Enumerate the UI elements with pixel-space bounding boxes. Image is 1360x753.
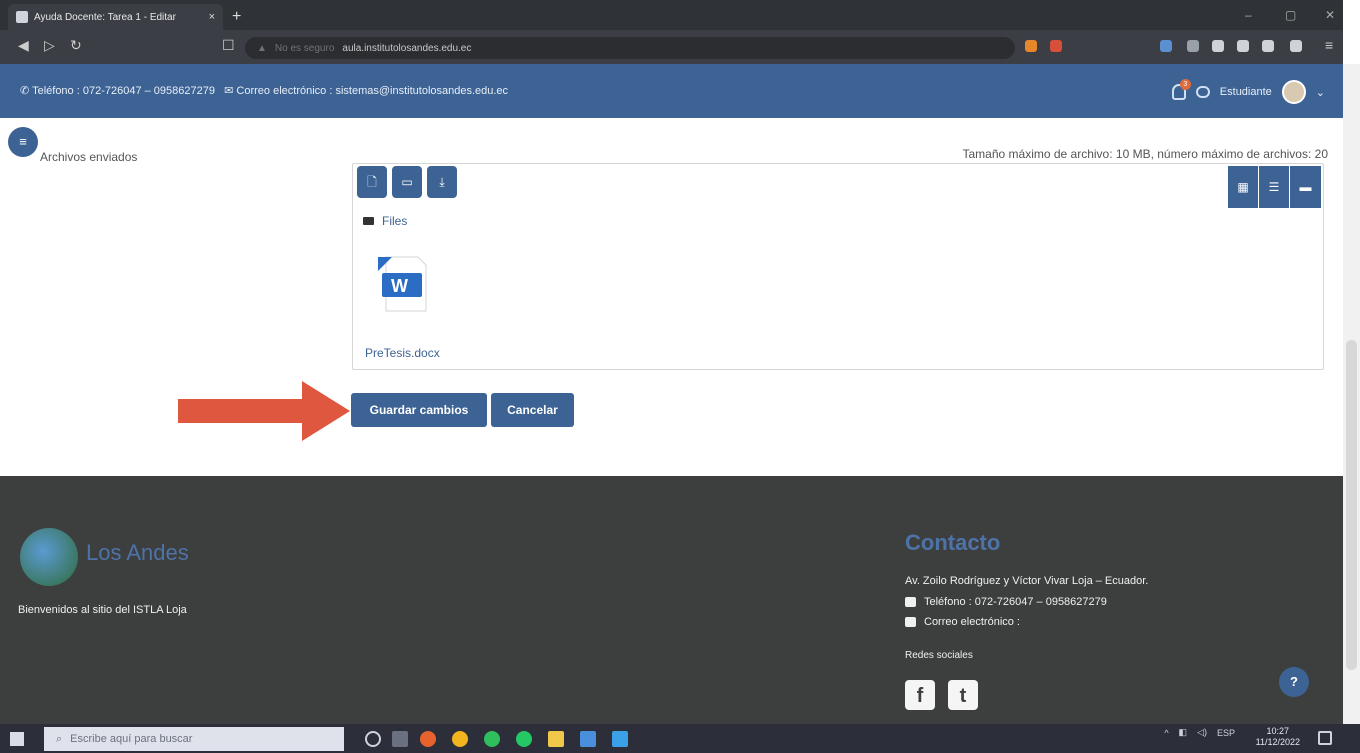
bookmark-icon[interactable]: ☐: [222, 37, 235, 54]
extensions-puzzle-icon[interactable]: [1212, 40, 1224, 52]
brave-browser-icon[interactable]: [420, 731, 436, 747]
footer-social-title: Redes sociales: [905, 650, 973, 661]
globe-logo-icon: [20, 528, 78, 586]
clock-date: 11/12/2022: [1255, 737, 1300, 747]
messages-icon[interactable]: [1195, 86, 1210, 98]
facebook-icon[interactable]: f: [905, 680, 935, 710]
language-indicator[interactable]: ESP: [1217, 728, 1235, 738]
chevron-down-icon[interactable]: ⌄: [1316, 86, 1325, 99]
task-view-icon[interactable]: [392, 731, 408, 747]
word-document-icon[interactable]: W: [378, 255, 428, 313]
notification-badge: 3: [1179, 79, 1191, 90]
footer-phone-line: Teléfono : 072-726047 – 0958627279: [905, 596, 1107, 608]
annotation-arrow-head: [302, 381, 350, 441]
header-email[interactable]: Correo electrónico : sistemas@institutol…: [236, 85, 508, 97]
taskbar-clock[interactable]: 10:27 11/12/2022: [1256, 726, 1300, 748]
app-icon[interactable]: [612, 731, 628, 747]
maximize-icon[interactable]: ▢: [1285, 8, 1296, 22]
annotation-arrow: [178, 399, 308, 423]
new-tab-button[interactable]: +: [232, 8, 241, 26]
forward-icon[interactable]: ▷: [44, 37, 55, 54]
url-security-label: No es seguro: [274, 42, 335, 54]
cortana-icon[interactable]: [365, 731, 381, 747]
taskbar-search[interactable]: ⌕ Escribe aquí para buscar: [44, 727, 344, 751]
brave-rewards-icon[interactable]: [1050, 40, 1062, 52]
windows-start-icon[interactable]: [10, 732, 24, 746]
volume-icon[interactable]: ◁): [1197, 727, 1207, 738]
url-text: aula.institutolosandes.edu.ec: [342, 42, 472, 54]
tab-close-icon[interactable]: ×: [209, 11, 215, 23]
whatsapp-icon[interactable]: [484, 731, 500, 747]
svg-text:W: W: [391, 276, 408, 296]
phone-icon: ✆: [20, 85, 33, 97]
help-button[interactable]: ?: [1279, 667, 1309, 697]
brave-shield-icon[interactable]: [1025, 40, 1037, 52]
sidebar-icon[interactable]: [1262, 40, 1274, 52]
clock-time: 10:27: [1266, 726, 1290, 736]
mail-icon: ✉: [224, 85, 237, 97]
user-name[interactable]: Estudiante: [1220, 86, 1272, 98]
back-icon[interactable]: ◀: [18, 37, 29, 54]
cancel-button[interactable]: Cancelar: [491, 393, 574, 427]
extension-icon[interactable]: [1160, 40, 1172, 52]
file-picker-area[interactable]: [352, 163, 1324, 370]
menu-icon[interactable]: ≡: [1325, 37, 1333, 53]
scrollbar-thumb[interactable]: [1346, 340, 1357, 670]
taskbar-search-placeholder: Escribe aquí para buscar: [70, 733, 193, 745]
notification-center-icon[interactable]: [1318, 731, 1332, 745]
network-icon[interactable]: ◧: [1179, 727, 1188, 738]
icon-view-button[interactable]: ▦: [1228, 166, 1258, 208]
avatar[interactable]: [1281, 80, 1306, 104]
search-icon: ⌕: [56, 732, 63, 745]
save-changes-button[interactable]: Guardar cambios: [351, 393, 487, 427]
warning-icon: ▲: [257, 42, 267, 54]
system-tray[interactable]: ^ ◧ ◁) ESP: [1164, 727, 1235, 738]
list-icon[interactable]: ≡: [8, 127, 38, 157]
list-view-button[interactable]: ☰: [1259, 166, 1289, 208]
spotify-icon[interactable]: [516, 731, 532, 747]
contact-info: ✆ Teléfono : 072-726047 – 0958627279 ✉ C…: [20, 84, 508, 97]
browser-tab[interactable]: Ayuda Docente: Tarea 1 - Editar ×: [8, 4, 223, 30]
file-explorer-icon[interactable]: [548, 731, 564, 747]
minimize-icon[interactable]: –: [1245, 8, 1252, 22]
site-header: ✆ Teléfono : 072-726047 – 0958627279 ✉ C…: [0, 64, 1343, 118]
footer-contact-title: Contacto: [905, 530, 1001, 555]
section-label: Archivos enviados: [40, 150, 138, 164]
tab-favicon-icon: [16, 11, 28, 23]
breadcrumb-files[interactable]: Files: [382, 214, 407, 228]
tray-up-icon[interactable]: ^: [1164, 728, 1168, 738]
create-folder-button[interactable]: ▭: [392, 166, 422, 198]
header-phone: Teléfono : 072-726047 – 0958627279: [32, 85, 215, 97]
footer-phone: Teléfono : 072-726047 – 0958627279: [924, 596, 1107, 608]
footer-email-label: Correo electrónico :: [924, 616, 1020, 628]
user-menu: 3 Estudiante ⌄: [1171, 79, 1325, 104]
file-name[interactable]: PreTesis.docx: [365, 346, 440, 360]
tab-title: Ayuda Docente: Tarea 1 - Editar: [34, 11, 176, 23]
site-footer: [0, 476, 1343, 724]
app-icon[interactable]: [580, 731, 596, 747]
tree-view-button[interactable]: ▬: [1290, 166, 1321, 208]
reload-icon[interactable]: ↻: [70, 37, 82, 54]
download-button[interactable]: ⤓: [427, 166, 457, 198]
address-bar[interactable]: ▲ No es seguro aula.institutolosandes.ed…: [245, 37, 1015, 59]
footer-welcome: Bienvenidos al sitio del ISTLA Loja: [18, 604, 187, 616]
add-file-button[interactable]: 🗋: [357, 166, 387, 198]
footer-email-line: Correo electrónico :: [905, 616, 1020, 628]
chrome-icon[interactable]: [452, 731, 468, 747]
twitter-icon[interactable]: t: [948, 680, 978, 710]
close-window-icon[interactable]: ✕: [1325, 8, 1335, 22]
notification-bell-icon[interactable]: 3: [1171, 79, 1191, 100]
phone-icon: [905, 597, 916, 607]
footer-address: Av. Zoilo Rodríguez y Víctor Vivar Loja …: [905, 575, 1149, 587]
footer-logo-text: Los Andes: [86, 540, 189, 565]
wallet-icon[interactable]: [1290, 40, 1302, 52]
folder-icon: [363, 217, 374, 225]
mail-icon: [905, 617, 916, 627]
reading-list-icon[interactable]: [1237, 40, 1249, 52]
max-file-info: Tamaño máximo de archivo: 10 MB, número …: [962, 147, 1329, 161]
breadcrumb[interactable]: Files: [363, 214, 407, 228]
extension-icon[interactable]: [1187, 40, 1199, 52]
